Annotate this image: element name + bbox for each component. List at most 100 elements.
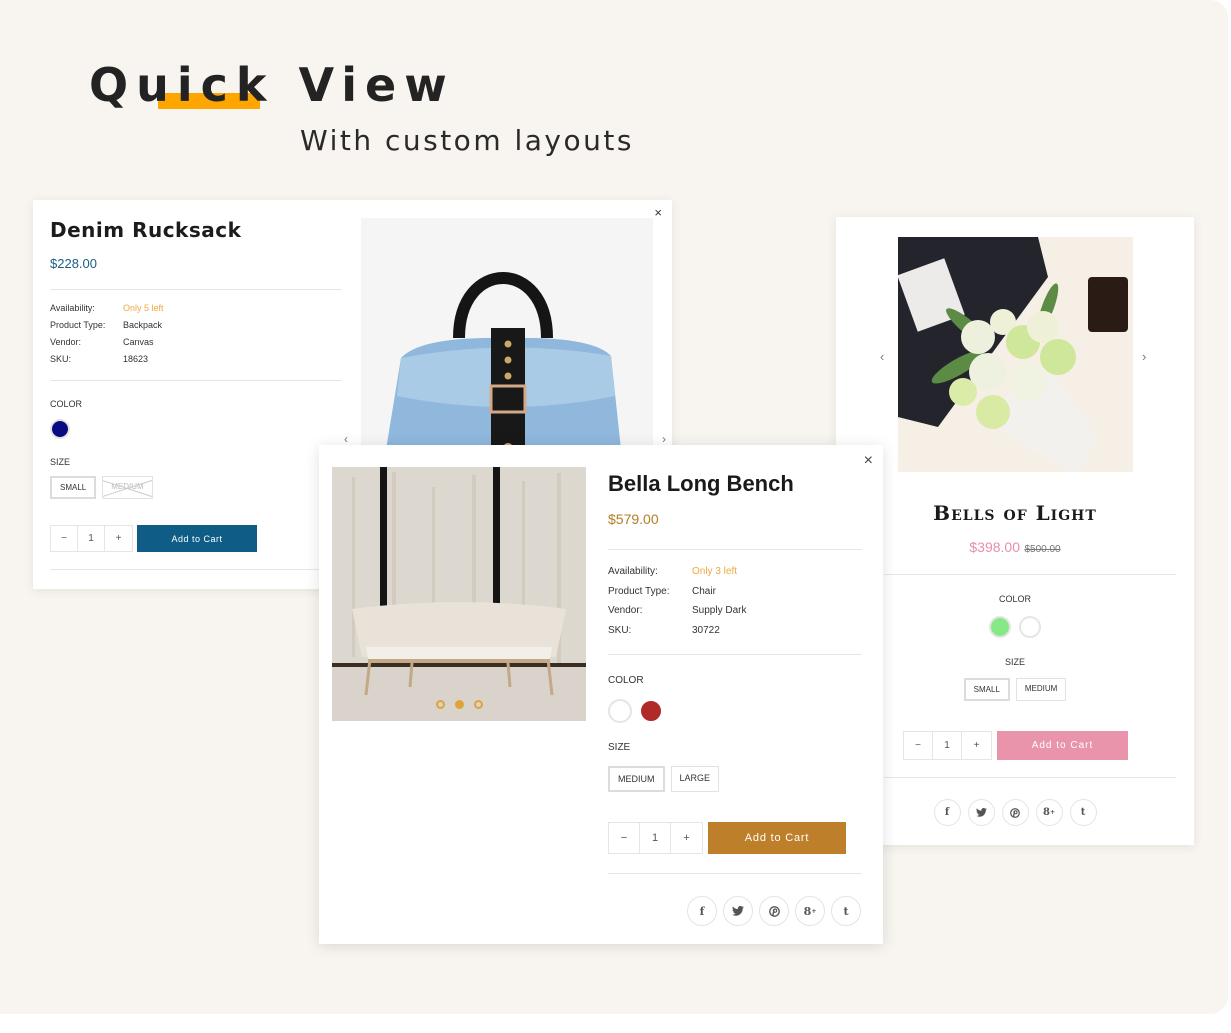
meta-label: SKU: — [50, 354, 72, 364]
meta-sku: SKU: 18623 — [50, 354, 164, 371]
twitter-icon[interactable] — [967, 799, 995, 826]
size-label: SIZE — [1004, 657, 1025, 667]
product-meta: Availability: Only 5 left Product Type: … — [50, 303, 164, 371]
showcase-background: Quick View With custom layouts Denim Ruc… — [0, 0, 1228, 1014]
meta-label: Availability: — [50, 303, 95, 313]
slider-dots — [332, 700, 586, 709]
qty-decrease-button[interactable]: − — [609, 823, 640, 853]
meta-vendor: Vendor: Canvas — [50, 337, 164, 354]
qty-input[interactable]: 1 — [933, 732, 962, 759]
quick-view-bells-of-light: ‹ › Bells of Light $398.00 $500.00 COLOR… — [836, 217, 1194, 845]
qty-increase-button[interactable]: + — [962, 732, 991, 759]
divider — [50, 289, 342, 290]
qty-decrease-button[interactable]: − — [51, 526, 78, 551]
backpack-illustration — [361, 218, 653, 468]
size-option-medium[interactable]: MEDIUM — [1015, 678, 1067, 701]
divider — [884, 777, 1176, 778]
meta-sku: SKU: 30722 — [608, 625, 746, 645]
qty-decrease-button[interactable]: − — [904, 732, 933, 759]
size-options: MEDIUM LARGE — [608, 766, 720, 792]
quantity-stepper: − 1 + — [903, 731, 992, 760]
size-option-small[interactable]: SMALL — [963, 678, 1010, 701]
quantity-stepper: − 1 + — [50, 525, 133, 552]
divider — [50, 569, 342, 570]
product-price: $398.00 — [969, 539, 1020, 555]
meta-value: 30722 — [692, 624, 720, 636]
chevron-right-icon[interactable]: › — [662, 432, 666, 446]
facebook-icon[interactable]: f — [687, 896, 717, 926]
meta-label: Availability: — [608, 566, 658, 577]
slider-dot-2[interactable] — [454, 700, 464, 709]
tumblr-icon[interactable]: t — [831, 896, 861, 926]
meta-vendor: Vendor: Supply Dark — [608, 605, 746, 625]
meta-label: Vendor: — [608, 605, 643, 616]
size-option-large[interactable]: LARGE — [670, 766, 720, 792]
close-icon[interactable]: × — [654, 205, 662, 220]
tumblr-icon[interactable]: t — [1069, 799, 1097, 826]
meta-value: Only 3 left — [692, 566, 738, 577]
color-swatches — [836, 616, 1194, 638]
color-label: COLOR — [998, 594, 1031, 604]
product-title: Bells of Light — [933, 501, 1097, 525]
meta-value: Chair — [692, 585, 716, 597]
meta-availability: Availability: Only 5 left — [50, 303, 164, 320]
bench-illustration — [332, 467, 586, 721]
chevron-left-icon[interactable]: ‹ — [880, 349, 884, 364]
social-share: f 8 + t — [687, 896, 861, 926]
meta-value: Only 5 left — [123, 303, 164, 313]
twitter-icon[interactable] — [723, 896, 753, 926]
slider-dot-3[interactable] — [473, 700, 483, 709]
meta-label: Vendor: — [50, 337, 82, 347]
pinterest-icon[interactable] — [759, 896, 789, 926]
qty-increase-button[interactable]: + — [671, 823, 702, 853]
color-swatch-red[interactable] — [639, 699, 663, 723]
product-image-backpack — [361, 218, 653, 468]
quick-view-bench: × Bella Long Bench $579.00 Availability:… — [319, 445, 883, 944]
product-meta: Availability: Only 3 left Product Type: … — [608, 566, 746, 644]
meta-label: Product Type: — [50, 320, 106, 330]
color-swatch-white[interactable] — [608, 699, 632, 723]
color-swatches — [608, 699, 663, 723]
color-label: COLOR — [50, 399, 83, 409]
meta-value: Canvas — [123, 337, 154, 347]
size-label: SIZE — [608, 742, 631, 753]
size-options: SMALL MEDIUM — [836, 678, 1194, 701]
color-swatch-white[interactable] — [1019, 616, 1041, 638]
product-title: Bella Long Bench — [608, 471, 794, 496]
meta-label: Product Type: — [608, 585, 670, 597]
size-options: SMALL MEDIUM — [50, 476, 153, 499]
meta-availability: Availability: Only 3 left — [608, 566, 746, 586]
product-price: $579.00 — [608, 511, 659, 527]
close-icon[interactable]: × — [864, 452, 873, 470]
product-image-bench — [332, 467, 586, 721]
add-to-cart-button[interactable]: Add to Cart — [708, 822, 846, 854]
add-to-cart-button[interactable]: Add to Cart — [997, 731, 1128, 760]
add-to-cart-button[interactable]: Add to Cart — [137, 525, 257, 552]
slider-dot-1[interactable] — [435, 700, 445, 709]
size-option-medium[interactable]: MEDIUM — [608, 766, 665, 792]
divider — [608, 873, 862, 874]
size-label: SIZE — [50, 457, 71, 467]
qty-increase-button[interactable]: + — [105, 526, 132, 551]
size-option-small[interactable]: SMALL — [50, 476, 97, 499]
meta-label: SKU: — [608, 624, 632, 636]
compare-at-price: $500.00 — [1024, 544, 1061, 555]
google-plus-icon[interactable]: 8 + — [1035, 799, 1063, 826]
size-option-medium[interactable]: MEDIUM — [102, 476, 153, 499]
meta-value: Supply Dark — [692, 605, 747, 616]
qty-input[interactable]: 1 — [640, 823, 671, 853]
google-plus-icon[interactable]: 8 + — [795, 896, 825, 926]
chevron-right-icon[interactable]: › — [1142, 349, 1146, 364]
product-image-bouquet — [898, 237, 1133, 472]
chevron-left-icon[interactable]: ‹ — [344, 432, 348, 446]
facebook-icon[interactable]: f — [933, 799, 961, 826]
divider — [608, 654, 862, 655]
bouquet-illustration — [898, 237, 1133, 472]
divider — [608, 549, 862, 550]
color-swatch-green[interactable] — [989, 616, 1011, 638]
pinterest-icon[interactable] — [1001, 799, 1029, 826]
meta-value: Backpack — [123, 320, 163, 330]
qty-input[interactable]: 1 — [78, 526, 105, 551]
meta-product-type: Product Type: Chair — [608, 586, 746, 606]
color-swatch-navy[interactable] — [50, 419, 70, 439]
